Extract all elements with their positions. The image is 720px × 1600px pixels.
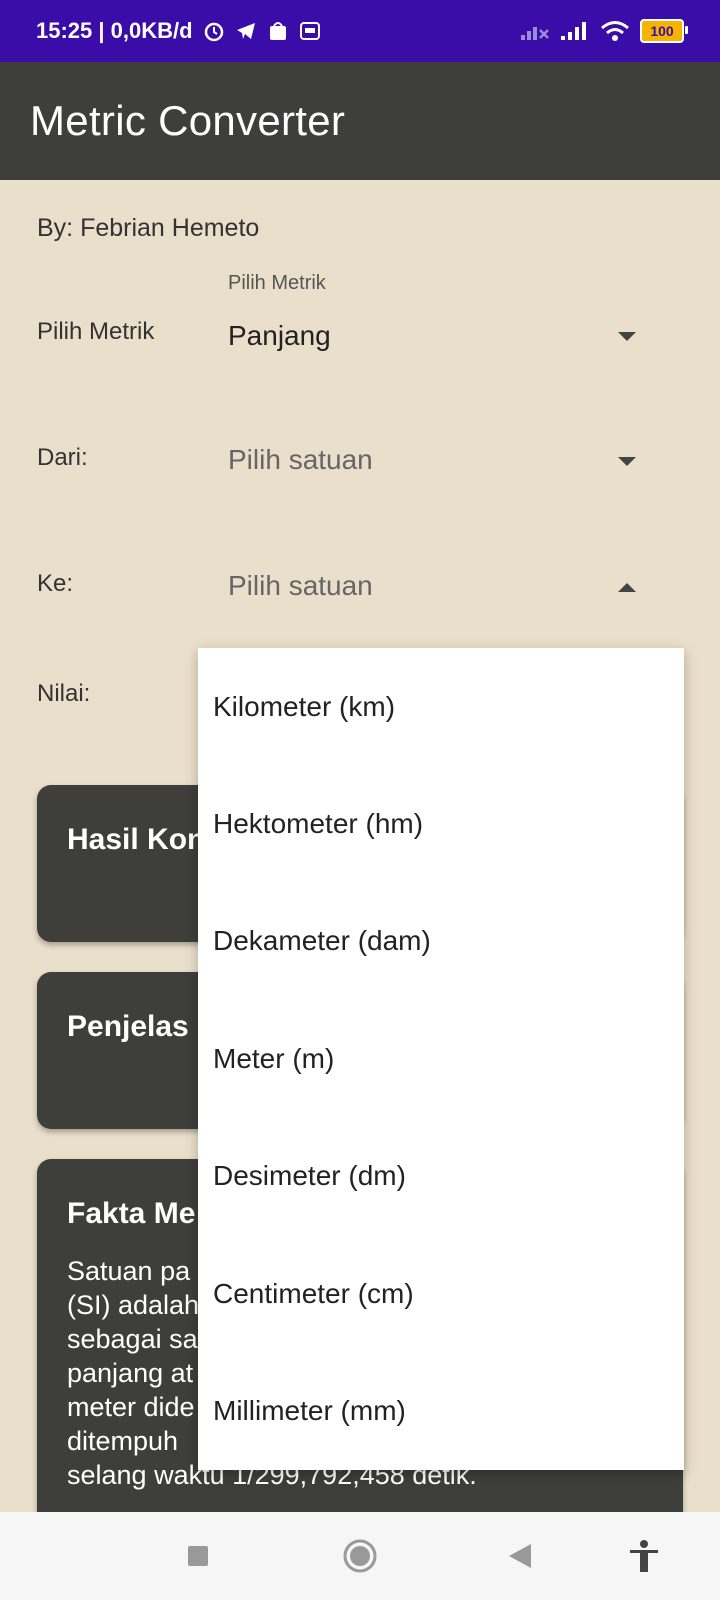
- back-button[interactable]: [498, 1534, 542, 1578]
- result-card-title: Hasil Kon: [67, 823, 206, 856]
- status-right: 100: [520, 19, 688, 43]
- chevron-up-icon: [618, 583, 636, 592]
- value-label: Nilai:: [37, 680, 91, 707]
- recents-button[interactable]: [176, 1534, 220, 1578]
- app-bar: Metric Converter: [0, 62, 720, 180]
- from-label: Dari:: [37, 444, 88, 471]
- to-placeholder: Pilih satuan: [228, 570, 373, 601]
- menu-item-hektometer[interactable]: Hektometer (hm): [198, 765, 684, 882]
- accessibility-button[interactable]: [622, 1534, 666, 1578]
- menu-item-kilometer[interactable]: Kilometer (km): [198, 648, 684, 765]
- status-left: 15:25 | 0,0KB/d: [36, 18, 321, 44]
- author-text: By: Febrian Hemeto: [37, 214, 260, 242]
- alarm-icon: [204, 22, 223, 42]
- telegram-icon: [236, 23, 255, 39]
- wifi-icon: [601, 21, 629, 41]
- menu-item-desimeter[interactable]: Desimeter (dm): [198, 1118, 684, 1235]
- menu-item-meter[interactable]: Meter (m): [198, 1000, 684, 1117]
- signal-muted-icon: [521, 27, 549, 40]
- battery-icon: 100: [640, 19, 688, 43]
- unit-dropdown-menu: Kilometer (km) Hektometer (hm) Dekameter…: [198, 648, 684, 1470]
- metric-floating-label: Pilih Metrik: [228, 272, 326, 294]
- accessibility-icon: [630, 1540, 658, 1572]
- metric-selected-value: Panjang: [228, 320, 331, 351]
- recents-icon: [188, 1546, 208, 1566]
- app-title: Metric Converter: [30, 97, 346, 144]
- status-time: 15:25 | 0,0KB/d: [36, 18, 193, 43]
- menu-item-millimeter[interactable]: Millimeter (mm): [198, 1352, 684, 1469]
- to-dropdown[interactable]: Pilih satuan: [228, 546, 658, 616]
- menu-item-dekameter[interactable]: Dekameter (dam): [198, 883, 684, 1000]
- back-icon: [509, 1544, 531, 1568]
- explanation-card-title: Penjelas: [67, 1010, 189, 1043]
- from-placeholder: Pilih satuan: [228, 444, 373, 475]
- navigation-bar: [0, 1512, 720, 1600]
- status-bar: 15:25 | 0,0KB/d 100: [0, 0, 720, 62]
- shopee-icon: [269, 22, 286, 40]
- home-icon: [343, 1539, 377, 1573]
- home-button[interactable]: [338, 1534, 382, 1578]
- fact-card-title: Fakta Me: [67, 1197, 196, 1230]
- battery-level: 100: [650, 23, 674, 39]
- chevron-down-icon: [618, 332, 636, 341]
- to-label: Ke:: [37, 570, 74, 597]
- chevron-down-icon: [618, 457, 636, 466]
- metric-label: Pilih Metrik: [37, 318, 155, 345]
- metric-dropdown[interactable]: Pilih Metrik Panjang: [228, 272, 658, 351]
- app-notification-icon: [299, 22, 320, 40]
- menu-item-centimeter[interactable]: Centimeter (cm): [198, 1235, 684, 1352]
- from-dropdown[interactable]: Pilih satuan: [228, 420, 658, 490]
- signal-icon: [561, 22, 586, 40]
